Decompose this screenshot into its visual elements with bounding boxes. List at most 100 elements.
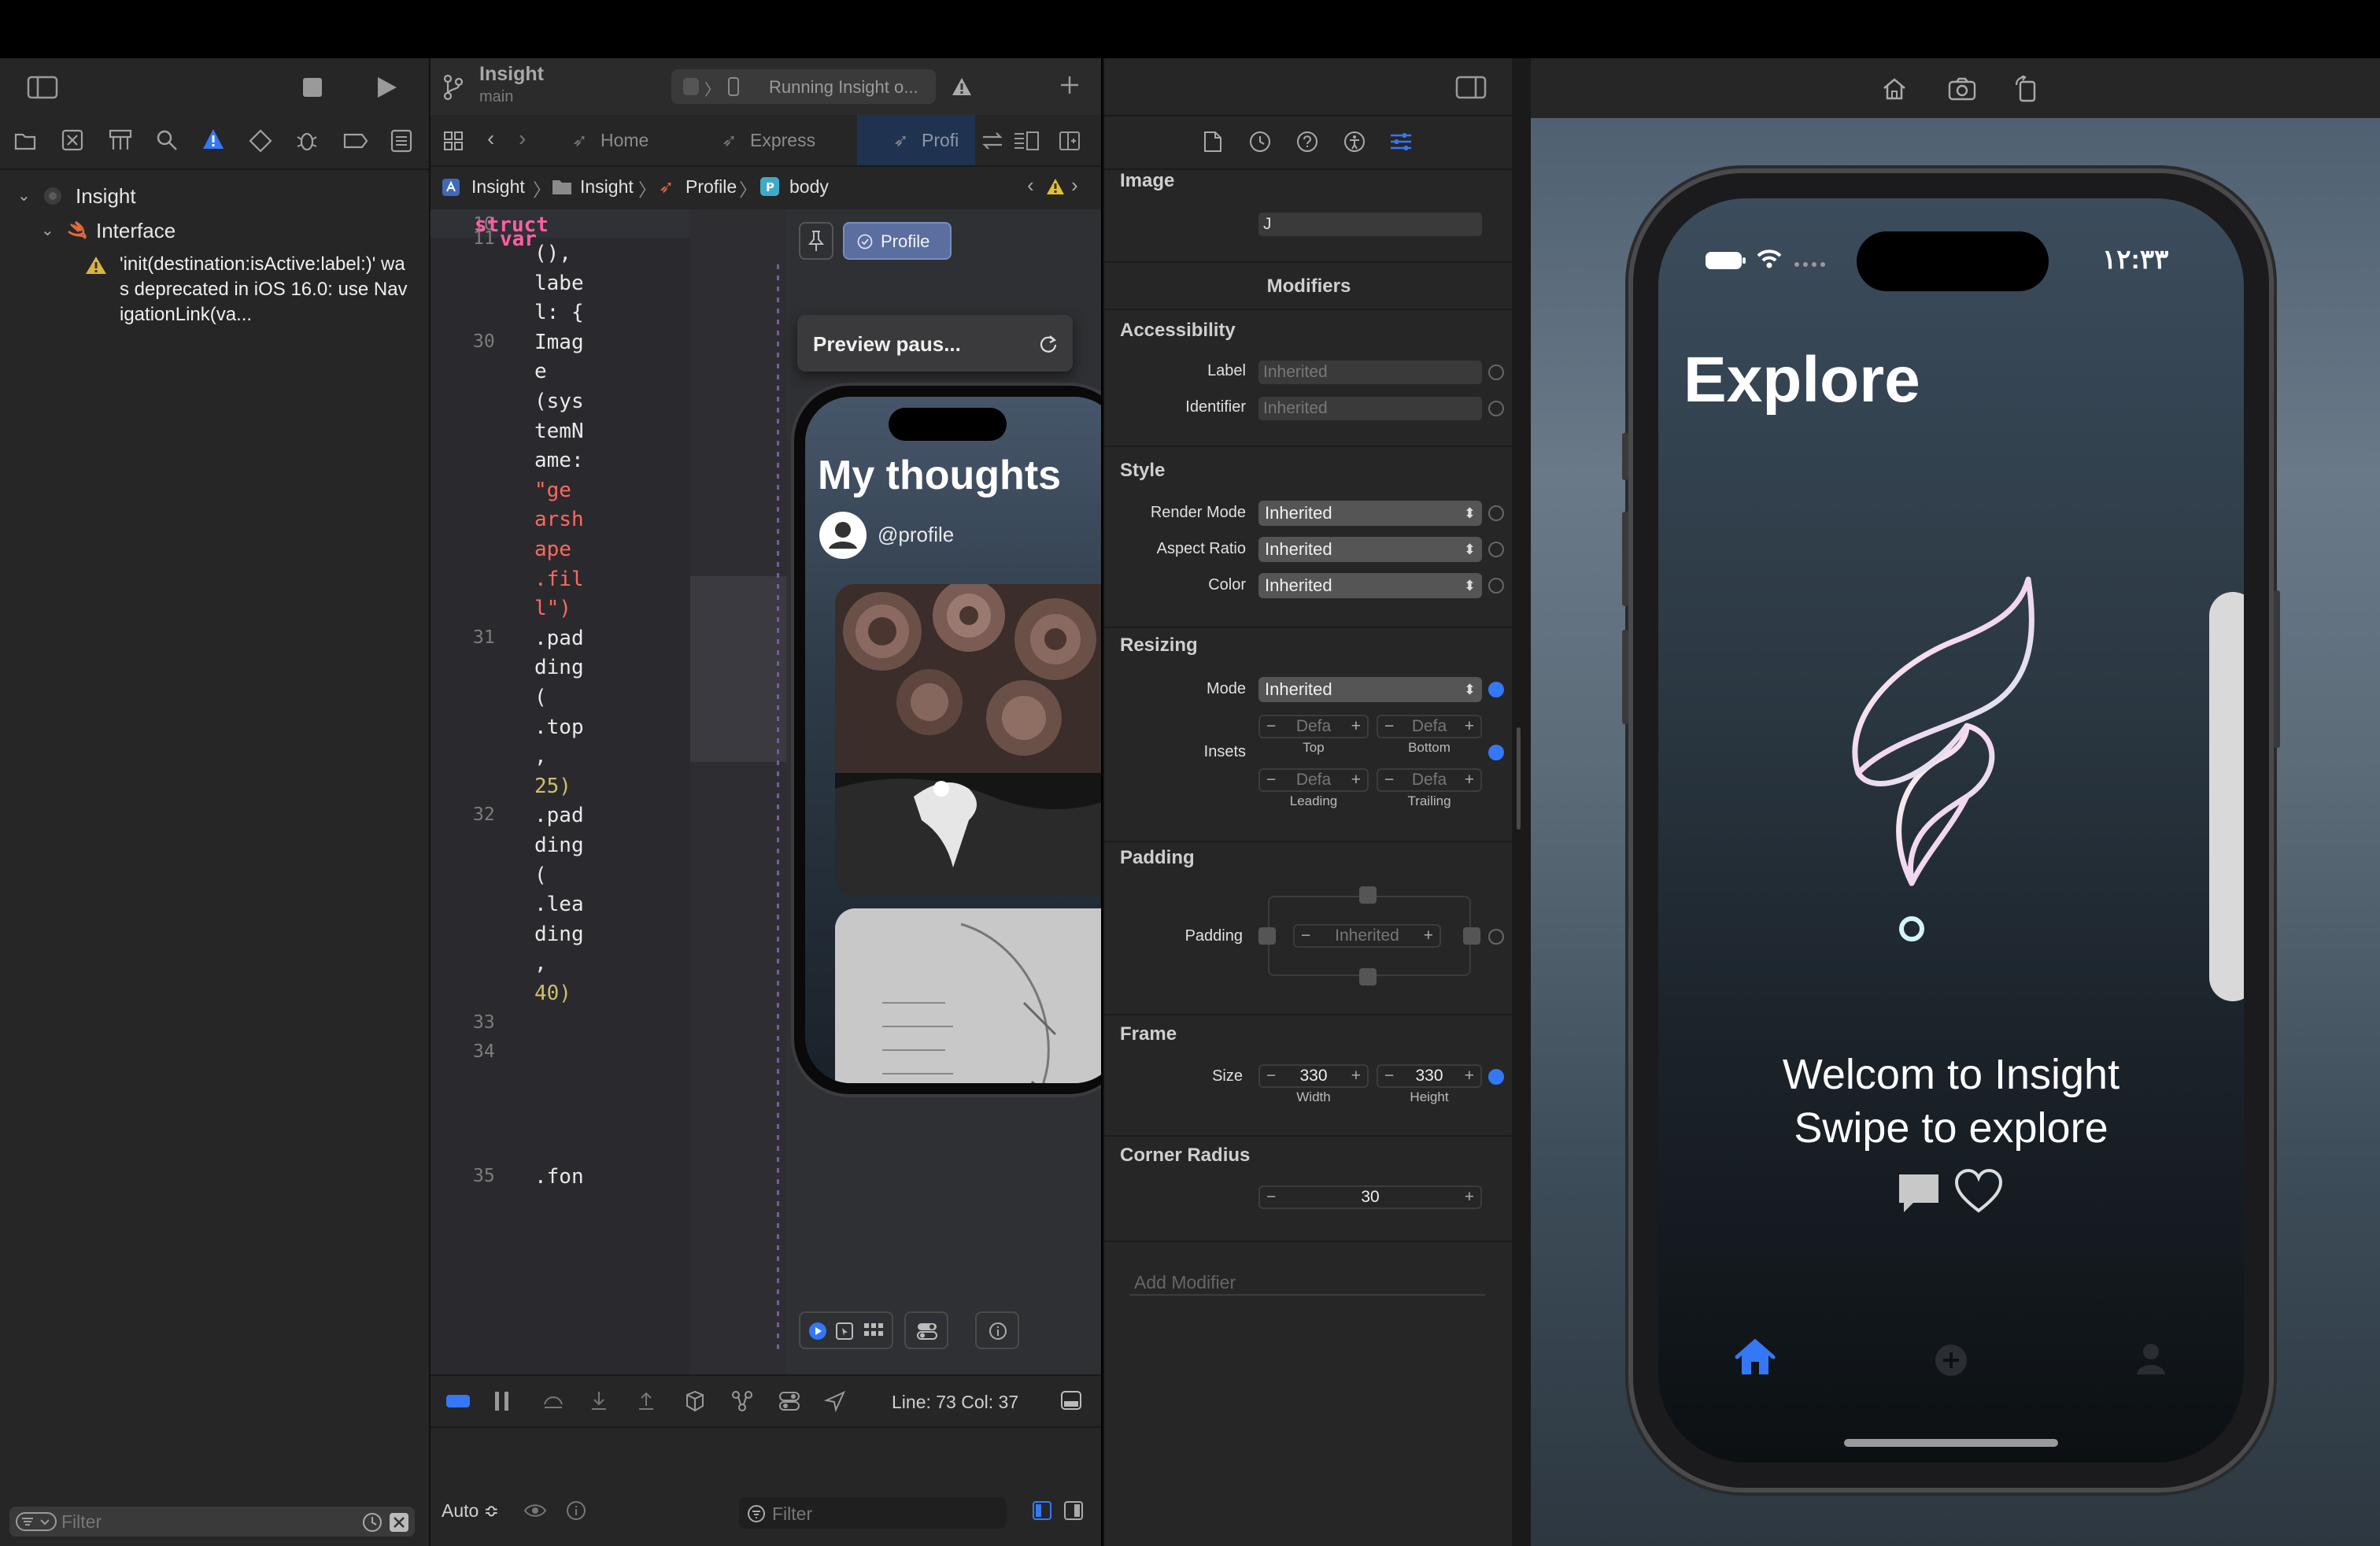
- rotate-icon[interactable]: [2014, 76, 2038, 102]
- inset-trailing-stepper[interactable]: − Defa +: [1377, 768, 1482, 792]
- home-icon[interactable]: [1882, 77, 1907, 101]
- height-stepper[interactable]: −330 +: [1377, 1064, 1482, 1088]
- tab-home[interactable]: ➶ Home: [555, 115, 689, 165]
- memory-graph-icon[interactable]: [731, 1390, 753, 1412]
- next-card-peek[interactable]: [2209, 592, 2244, 1001]
- identifier-toggle[interactable]: [1488, 401, 1504, 416]
- padding-leading-checkbox[interactable]: [1258, 927, 1276, 945]
- preview-paused-banner[interactable]: Preview paus...: [797, 315, 1073, 372]
- folder-icon[interactable]: [14, 131, 36, 151]
- add-icon[interactable]: [1059, 74, 1081, 96]
- grid-icon[interactable]: [443, 131, 464, 151]
- run-icon[interactable]: [375, 76, 398, 99]
- console-mode-select[interactable]: Auto ≎: [442, 1500, 499, 1522]
- add-modifier-field[interactable]: Add Modifier: [1129, 1269, 1485, 1296]
- render-mode-toggle[interactable]: [1488, 505, 1504, 521]
- pause-icon[interactable]: [493, 1390, 511, 1412]
- accessibility-identifier-field[interactable]: Inherited: [1258, 397, 1482, 420]
- pin-button[interactable]: [799, 222, 833, 260]
- inset-leading-stepper[interactable]: − Defa +: [1258, 768, 1369, 792]
- color-select[interactable]: Inherited: [1258, 573, 1482, 598]
- inset-bottom-stepper[interactable]: − Defa +: [1377, 715, 1482, 738]
- resizing-mode-toggle[interactable]: [1488, 682, 1504, 697]
- scheme-name[interactable]: Insight: [479, 63, 544, 86]
- tab-add-icon[interactable]: [1934, 1343, 1968, 1378]
- recent-icon[interactable]: [362, 1512, 382, 1533]
- prev-issue-icon[interactable]: ‹: [1027, 173, 1034, 198]
- symbol-icon[interactable]: [109, 129, 132, 151]
- aspect-ratio-toggle[interactable]: [1488, 542, 1504, 557]
- screenshot-icon[interactable]: [1948, 77, 1976, 101]
- preview-profile-button[interactable]: Profile: [843, 222, 952, 260]
- console-layout-left-icon[interactable]: [1032, 1500, 1052, 1521]
- attributes-inspector-icon[interactable]: [1389, 131, 1413, 153]
- variants-icon[interactable]: [863, 1322, 884, 1341]
- resize-handle[interactable]: [1517, 727, 1521, 830]
- jump-project[interactable]: Insight: [471, 176, 525, 198]
- jump-file[interactable]: Profile: [686, 176, 737, 198]
- label-toggle[interactable]: [1488, 364, 1504, 380]
- debug-icon[interactable]: [294, 128, 320, 153]
- editor-options-icon[interactable]: [1013, 131, 1040, 151]
- jump-symbol[interactable]: body: [789, 176, 829, 198]
- aspect-ratio-select[interactable]: Inherited: [1258, 537, 1482, 562]
- tab-profile-icon[interactable]: [2135, 1341, 2167, 1376]
- jump-folder[interactable]: Insight: [580, 176, 634, 198]
- accessibility-label-field[interactable]: Inherited: [1258, 361, 1482, 384]
- split-editor-icon[interactable]: [1059, 131, 1081, 151]
- color-toggle[interactable]: [1488, 578, 1504, 594]
- variant-info-button[interactable]: [975, 1311, 1019, 1349]
- panel-toggle-icon[interactable]: [1060, 1390, 1082, 1411]
- activity-status[interactable]: 〉 Running Insight o...: [671, 69, 936, 104]
- file-inspector-icon[interactable]: [1203, 131, 1222, 153]
- info-icon[interactable]: [566, 1500, 586, 1521]
- history-icon[interactable]: [1249, 131, 1271, 153]
- render-mode-select[interactable]: Inherited: [1258, 501, 1482, 526]
- environment-overrides-icon[interactable]: [778, 1390, 800, 1412]
- sidebar-toggle-icon[interactable]: [27, 76, 58, 99]
- back-icon[interactable]: ‹: [487, 126, 494, 151]
- filter-options-icon[interactable]: [16, 1512, 57, 1531]
- next-issue-icon[interactable]: ›: [1071, 173, 1078, 198]
- console-filter[interactable]: Filter: [739, 1497, 1007, 1529]
- filter-warnings-icon[interactable]: [389, 1512, 409, 1533]
- view-hierarchy-icon[interactable]: [684, 1390, 706, 1412]
- code-editor[interactable]: 10 struct 11 var (), labe l: {30 Imag e (sys temN a…: [431, 209, 786, 1374]
- eye-icon[interactable]: [523, 1502, 547, 1519]
- forward-icon[interactable]: ›: [519, 126, 526, 151]
- corner-radius-stepper[interactable]: −30 +: [1258, 1185, 1482, 1209]
- filter-input[interactable]: Filter: [61, 1511, 102, 1533]
- live-preview-icon[interactable]: [808, 1322, 827, 1341]
- search-icon[interactable]: [156, 129, 178, 151]
- heart-icon[interactable]: [1954, 1168, 2003, 1214]
- console-layout-right-icon[interactable]: [1063, 1500, 1084, 1521]
- padding-toggle[interactable]: [1488, 929, 1504, 945]
- adjust-editor-icon[interactable]: [981, 131, 1003, 151]
- inspector-toggle-icon[interactable]: [1455, 76, 1487, 99]
- navigator-filter[interactable]: Filter: [9, 1507, 415, 1537]
- padding-bottom-checkbox[interactable]: [1359, 968, 1377, 986]
- breakpoint-icon[interactable]: [343, 132, 368, 150]
- tab-express[interactable]: ➶ Express: [689, 115, 857, 165]
- step-over-icon[interactable]: [542, 1392, 564, 1412]
- test-icon[interactable]: [249, 129, 272, 153]
- source-control-icon[interactable]: [61, 129, 83, 151]
- branch-icon[interactable]: [442, 74, 465, 101]
- comment-icon[interactable]: [1896, 1171, 1942, 1215]
- insets-toggle[interactable]: [1488, 745, 1504, 760]
- padding-top-checkbox[interactable]: [1359, 886, 1377, 904]
- refresh-icon[interactable]: [1038, 334, 1059, 354]
- padding-trailing-checkbox[interactable]: [1463, 927, 1480, 945]
- minimap[interactable]: [690, 209, 786, 1374]
- device-settings-button[interactable]: [904, 1311, 948, 1349]
- report-icon[interactable]: [390, 129, 412, 153]
- location-icon[interactable]: [824, 1390, 846, 1412]
- home-indicator[interactable]: [1844, 1439, 2058, 1447]
- accessibility-icon[interactable]: [1343, 131, 1366, 153]
- step-into-icon[interactable]: [589, 1390, 608, 1412]
- frame-toggle[interactable]: [1488, 1069, 1504, 1085]
- tab-profile[interactable]: ➶ Profi: [857, 115, 975, 165]
- padding-stepper[interactable]: − Inherited +: [1293, 924, 1441, 948]
- filter-input[interactable]: Filter: [772, 1503, 812, 1525]
- step-out-icon[interactable]: [637, 1390, 656, 1412]
